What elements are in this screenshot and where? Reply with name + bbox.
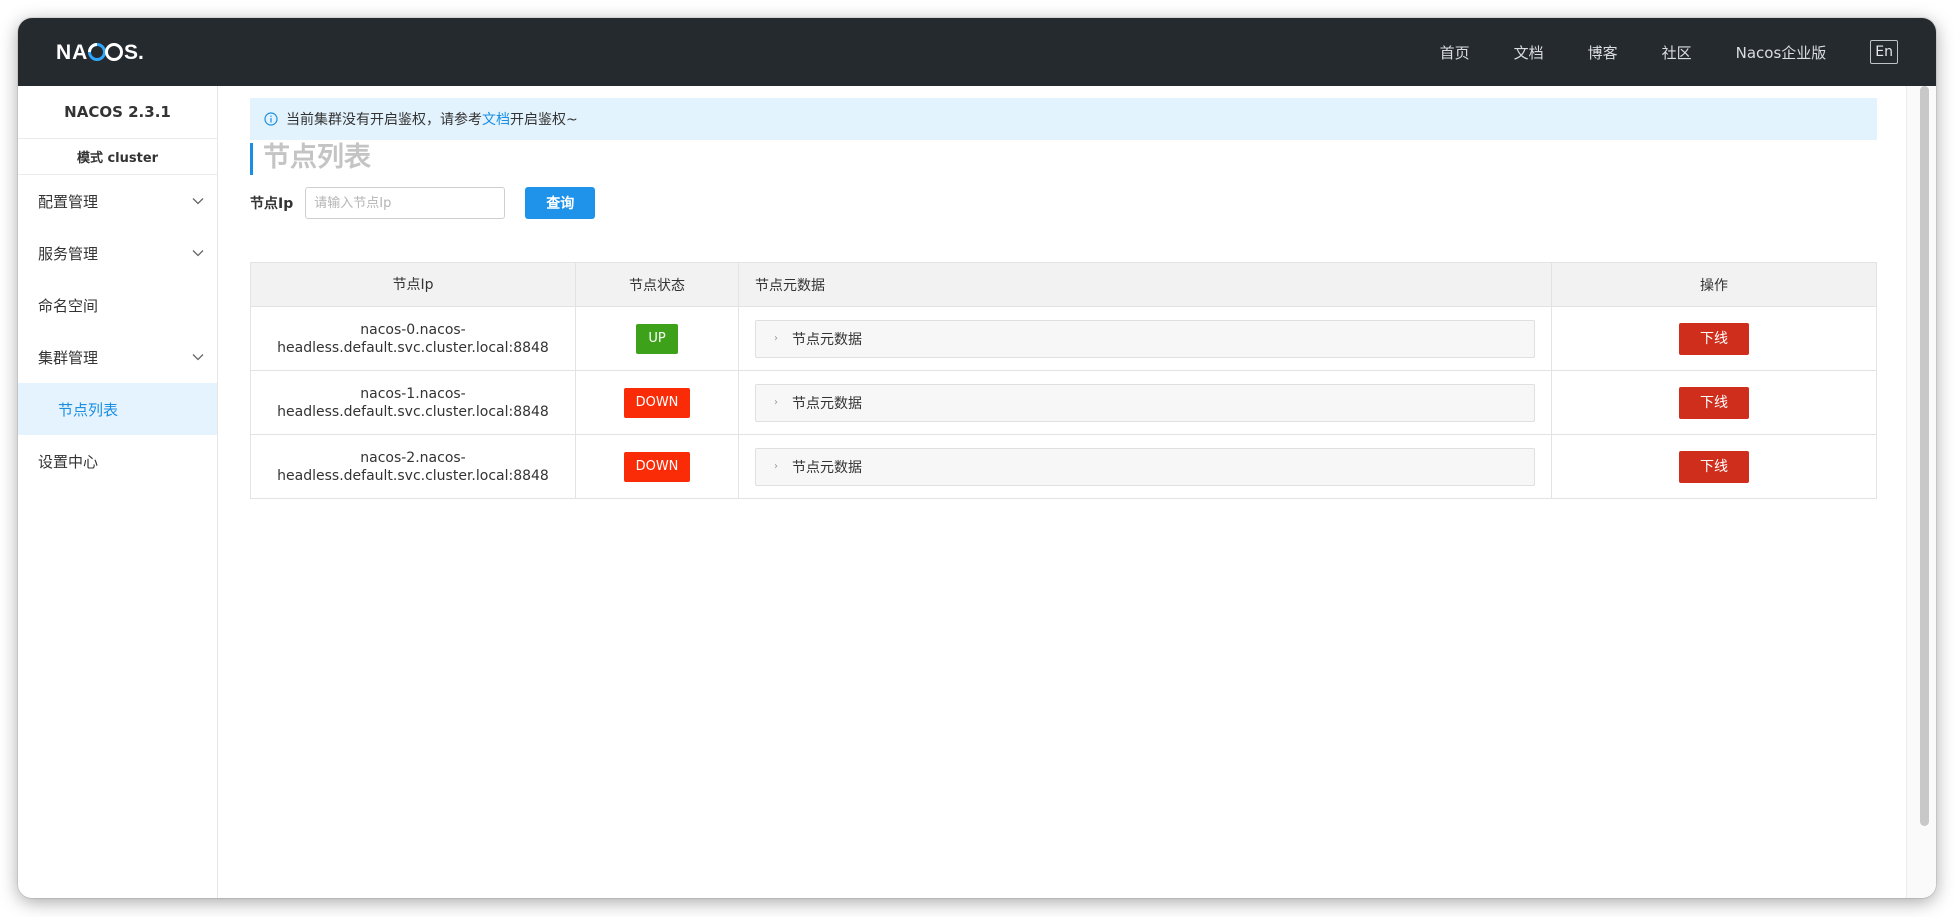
sidebar-item-label: 集群管理 <box>38 348 99 367</box>
node-ip-cell: nacos-2.nacos- headless.default.svc.clus… <box>250 434 576 499</box>
status-badge: DOWN <box>623 387 691 418</box>
node-ip-label: 节点Ip <box>250 196 294 212</box>
node-ip-line2: headless.default.svc.cluster.local:8848 <box>277 467 549 484</box>
chevron-right-icon: › <box>774 333 778 344</box>
table-row: nacos-2.nacos- headless.default.svc.clus… <box>250 434 1877 499</box>
metadata-label: 节点元数据 <box>792 395 862 412</box>
node-metadata-cell: › 节点元数据 <box>738 434 1552 499</box>
metadata-label: 节点元数据 <box>792 331 862 348</box>
sidebar-item-namespace[interactable]: 命名空间 <box>18 279 217 331</box>
offline-button[interactable]: 下线 <box>1679 386 1749 419</box>
node-metadata-cell: › 节点元数据 <box>738 370 1552 435</box>
sidebar-item-node-list[interactable]: 节点列表 <box>18 383 217 435</box>
main-content: 当前集群没有开启鉴权，请参考 文档 开启鉴权~ 节点列表 节点Ip 查询 节点I… <box>218 86 1936 898</box>
node-ip-line2: headless.default.svc.cluster.local:8848 <box>277 339 549 356</box>
metadata-label: 节点元数据 <box>792 459 862 476</box>
node-state-cell: DOWN <box>575 434 739 499</box>
operation-cell: 下线 <box>1551 370 1877 435</box>
notice-text-suffix: 开启鉴权~ <box>510 112 578 128</box>
metadata-expander[interactable]: › 节点元数据 <box>755 319 1535 358</box>
header-node-ip: 节点Ip <box>250 262 576 307</box>
status-badge: UP <box>636 323 678 354</box>
nav-community[interactable]: 社区 <box>1662 42 1692 63</box>
node-state-cell: DOWN <box>575 370 739 435</box>
docs-link[interactable]: 文档 <box>482 109 510 129</box>
chevron-down-icon <box>192 198 204 205</box>
operation-cell: 下线 <box>1551 306 1877 371</box>
metadata-expander[interactable]: › 节点元数据 <box>755 447 1535 486</box>
header-operation: 操作 <box>1551 262 1877 307</box>
app-window: NA S. 首页 文档 博客 社区 Nacos企业版 En NACOS 2.3.… <box>18 18 1936 898</box>
filter-bar: 节点Ip 查询 <box>250 186 596 220</box>
mode-label: 模式 cluster <box>18 139 217 175</box>
operation-cell: 下线 <box>1551 434 1877 499</box>
sidebar-item-label: 服务管理 <box>38 244 99 263</box>
sidebar-item-label: 配置管理 <box>38 192 99 211</box>
sidebar-item-settings[interactable]: 设置中心 <box>18 435 217 487</box>
node-ip-line1: nacos-0.nacos- <box>360 321 466 338</box>
nacos-logo[interactable]: NA S. <box>56 38 146 66</box>
node-ip-line2: headless.default.svc.cluster.local:8848 <box>277 403 549 420</box>
sidebar: NACOS 2.3.1 模式 cluster 配置管理 服务管理 命名空间 集群… <box>18 86 218 898</box>
node-metadata-cell: › 节点元数据 <box>738 306 1552 371</box>
sidebar-item-label: 节点列表 <box>58 400 119 419</box>
table-row: nacos-0.nacos- headless.default.svc.clus… <box>250 306 1877 371</box>
chevron-down-icon <box>192 354 204 361</box>
offline-button[interactable]: 下线 <box>1679 450 1749 483</box>
chevron-right-icon: › <box>774 461 778 472</box>
sidebar-item-service[interactable]: 服务管理 <box>18 227 217 279</box>
sidebar-item-label: 设置中心 <box>38 452 99 471</box>
nav-blog[interactable]: 博客 <box>1588 42 1618 63</box>
notice-text: 当前集群没有开启鉴权，请参考 <box>286 112 482 128</box>
node-state-cell: UP <box>575 306 739 371</box>
nav-enterprise[interactable]: Nacos企业版 <box>1736 42 1827 63</box>
language-switch-button[interactable]: En <box>1870 40 1898 64</box>
status-badge: DOWN <box>623 451 691 482</box>
nav-docs[interactable]: 文档 <box>1514 42 1544 63</box>
scrollbar-thumb[interactable] <box>1920 86 1929 826</box>
top-nav-bar: NA S. 首页 文档 博客 社区 Nacos企业版 En <box>18 18 1936 86</box>
sidebar-item-label: 命名空间 <box>38 296 99 315</box>
node-ip-input[interactable] <box>305 187 506 219</box>
offline-button[interactable]: 下线 <box>1679 322 1749 355</box>
top-nav: 首页 文档 博客 社区 Nacos企业版 En <box>1440 18 1936 86</box>
page-title: 节点列表 <box>250 143 371 175</box>
svg-text:NA: NA <box>56 41 88 63</box>
table-row: nacos-1.nacos- headless.default.svc.clus… <box>250 370 1877 435</box>
node-ip-line1: nacos-1.nacos- <box>360 385 466 402</box>
nav-home[interactable]: 首页 <box>1440 42 1470 63</box>
node-ip-cell: nacos-0.nacos- headless.default.svc.clus… <box>250 306 576 371</box>
version-label: NACOS 2.3.1 <box>18 86 217 139</box>
chevron-right-icon: › <box>774 397 778 408</box>
metadata-expander[interactable]: › 节点元数据 <box>755 383 1535 422</box>
chevron-down-icon <box>192 250 204 257</box>
header-node-metadata: 节点元数据 <box>738 262 1552 307</box>
node-table: 节点Ip 节点状态 节点元数据 操作 nacos-0.nacos- headle… <box>250 262 1877 499</box>
query-button[interactable]: 查询 <box>525 187 596 219</box>
node-ip-line1: nacos-2.nacos- <box>360 449 466 466</box>
vertical-scrollbar[interactable] <box>1906 86 1936 898</box>
sidebar-item-config[interactable]: 配置管理 <box>18 175 217 227</box>
header-node-state: 节点状态 <box>575 262 739 307</box>
svg-text:S.: S. <box>124 41 144 63</box>
auth-notice: 当前集群没有开启鉴权，请参考 文档 开启鉴权~ <box>250 98 1877 140</box>
sidebar-item-cluster[interactable]: 集群管理 <box>18 331 217 383</box>
table-header-row: 节点Ip 节点状态 节点元数据 操作 <box>250 262 1877 307</box>
node-ip-cell: nacos-1.nacos- headless.default.svc.clus… <box>250 370 576 435</box>
info-icon <box>264 112 278 126</box>
